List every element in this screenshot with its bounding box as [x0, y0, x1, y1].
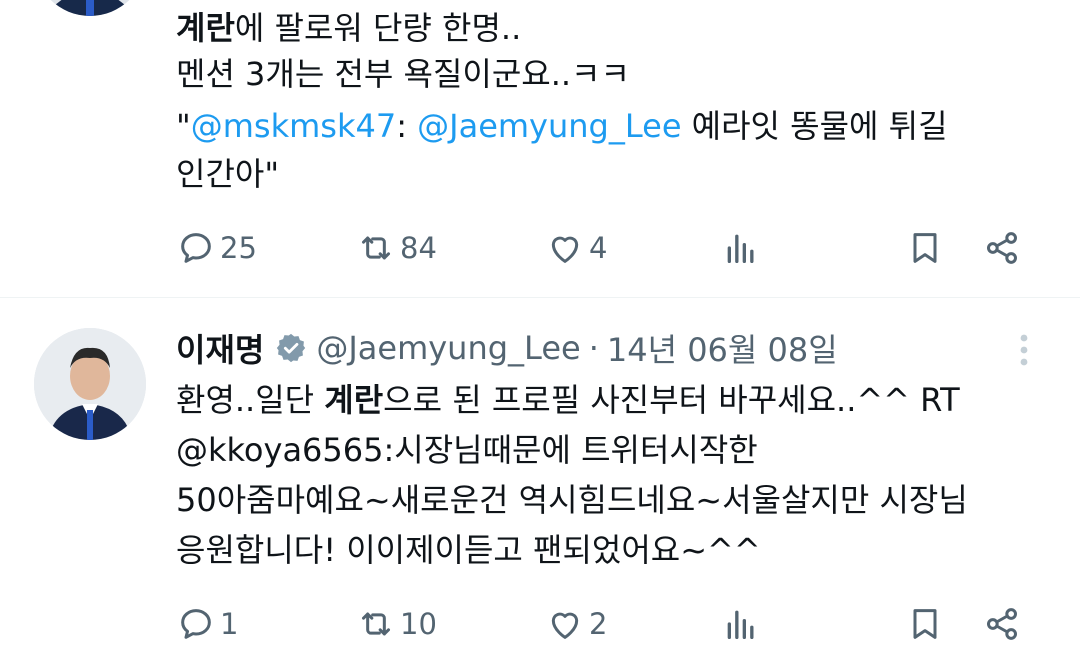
retweet-button[interactable]: 10 — [356, 604, 437, 644]
reply-button[interactable]: 25 — [176, 228, 257, 268]
reply-icon — [181, 609, 211, 639]
retweet-count: 10 — [400, 607, 437, 641]
reply-count: 1 — [220, 607, 239, 641]
tweet-text-line: 응원합니다! 이이제이듣고 팬되었어요~^^ — [176, 531, 761, 569]
share-button[interactable] — [982, 228, 1022, 268]
verified-icon — [277, 333, 306, 363]
text-segment: 환영..일단 — [176, 381, 325, 419]
like-icon — [551, 612, 579, 639]
display-name[interactable]: 이재명 — [176, 325, 264, 371]
tweet-actions: 25 84 4 — [0, 218, 1080, 278]
share-icon — [987, 232, 1017, 264]
tweet-actions: 1 10 2 — [0, 598, 1080, 658]
tweet-header: 이재명 @Jaemyung_Lee · 14년 06월 08일 — [176, 326, 838, 370]
user-handle[interactable]: @Jaemyung_Lee — [316, 329, 580, 367]
views-button[interactable] — [721, 604, 761, 644]
reply-icon — [181, 233, 211, 263]
tweet-text-line: 계란에 팔로워 단량 한명.. — [176, 6, 521, 50]
tweet-text-line: "@mskmsk47: @Jaemyung_Lee 예라잇 똥물에 튀길 — [176, 104, 948, 148]
bold-keyword: 계란 — [324, 381, 384, 419]
more-icon[interactable] — [1008, 330, 1040, 370]
tweet-text-line: 인간아" — [176, 155, 280, 193]
share-button[interactable] — [982, 604, 1022, 644]
avatar[interactable] — [34, 328, 146, 440]
bookmark-icon — [913, 609, 937, 639]
tweet-text-line: 50아줌마예요~새로운건 역시힘드네요~서울살지만 시장님 — [176, 481, 968, 519]
like-button[interactable]: 2 — [545, 604, 607, 644]
bold-keyword: 계란 — [176, 9, 235, 47]
text-segment: 으로 된 프로필 사진부터 바꾸세요..^^ RT — [383, 381, 960, 419]
retweet-icon — [362, 612, 390, 636]
like-icon — [551, 236, 579, 263]
tweet-divider — [0, 297, 1080, 298]
like-count: 2 — [589, 607, 608, 641]
text-segment: 에 팔로워 단량 한명.. — [234, 9, 522, 47]
like-button[interactable]: 4 — [545, 228, 607, 268]
tweet-date[interactable]: 14년 06월 08일 — [607, 325, 838, 371]
mention-link[interactable]: @mskmsk47 — [191, 107, 396, 145]
tweet-text-line: @kkoya6565:시장님때문에 트위터시작한 — [176, 431, 758, 469]
retweet-icon — [362, 236, 390, 260]
like-count: 4 — [589, 231, 608, 265]
bookmark-button[interactable] — [905, 228, 945, 268]
share-icon — [987, 608, 1017, 640]
retweet-button[interactable]: 84 — [356, 228, 437, 268]
text-segment: " — [176, 107, 191, 145]
bookmark-icon — [913, 233, 937, 263]
reply-button[interactable]: 1 — [176, 604, 238, 644]
retweet-count: 84 — [400, 231, 437, 265]
views-button[interactable] — [721, 228, 761, 268]
avatar[interactable] — [34, 0, 146, 16]
separator-dot: · — [588, 329, 599, 367]
text-segment: : — [396, 107, 418, 145]
bookmark-button[interactable] — [905, 604, 945, 644]
tweet-text-line: 환영..일단 계란으로 된 프로필 사진부터 바꾸세요..^^ RT — [176, 378, 960, 422]
views-icon — [727, 610, 754, 639]
reply-count: 25 — [220, 231, 257, 265]
views-icon — [727, 234, 754, 263]
text-segment: 예라잇 똥물에 튀길 — [681, 107, 948, 145]
tweet-text-line: 멘션 3개는 전부 욕질이군요..ㅋㅋ — [176, 55, 630, 93]
mention-link[interactable]: @Jaemyung_Lee — [417, 107, 681, 145]
